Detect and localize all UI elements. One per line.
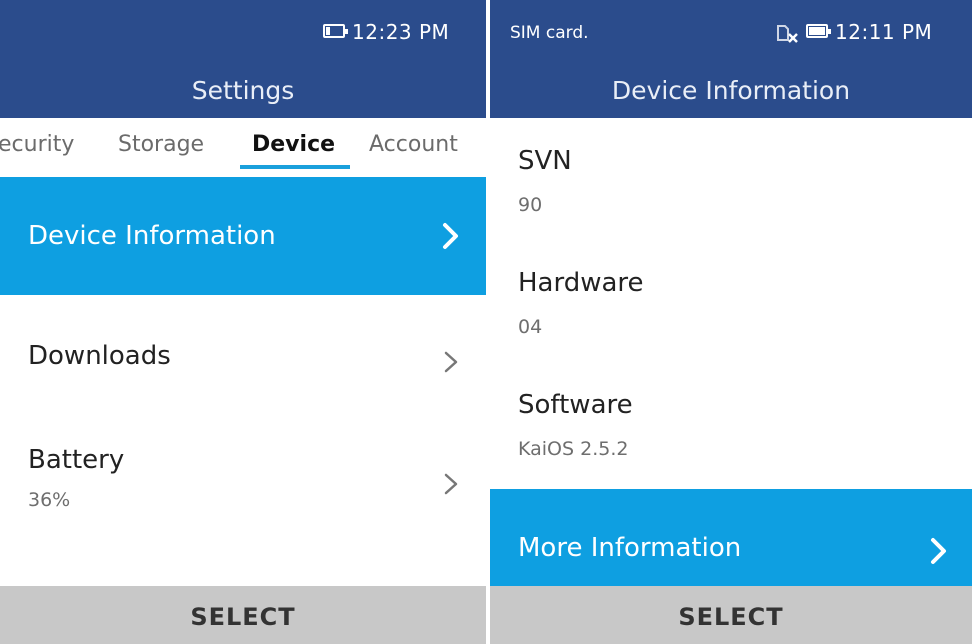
sim-status-text: SIM card. [510, 23, 589, 43]
status-bar: 12:23 PM [0, 0, 486, 64]
chevron-right-icon [444, 351, 458, 373]
list-item-device-information[interactable]: Device Information [0, 177, 486, 295]
tab-device[interactable]: Device [252, 132, 335, 157]
battery-icon [806, 24, 831, 38]
list-item-downloads[interactable]: Downloads [0, 295, 486, 415]
info-label-hardware: Hardware [518, 268, 644, 298]
info-value-hardware: 04 [518, 316, 543, 338]
list-item-battery[interactable]: Battery 36% [0, 415, 486, 545]
status-time: 12:23 PM [352, 20, 450, 44]
list-item-label: Battery [28, 445, 125, 475]
info-value-svn: 90 [518, 194, 543, 216]
softkey-select[interactable]: SELECT [490, 586, 972, 644]
page-title: Settings [191, 76, 295, 105]
battery-level: 36% [28, 489, 71, 511]
chevron-right-icon [444, 473, 458, 495]
info-label-software: Software [518, 390, 633, 420]
list-item-label: Device Information [28, 221, 276, 251]
status-bar: SIM card. 12:11 PM [490, 0, 972, 64]
tab-security[interactable]: ecurity [0, 132, 74, 157]
battery-icon [323, 24, 348, 38]
list-item-more-information[interactable]: More Information [490, 489, 972, 586]
active-tab-indicator [240, 165, 350, 169]
page-title: Device Information [611, 76, 851, 105]
no-sim-icon [777, 25, 798, 43]
chevron-right-icon [931, 538, 946, 564]
info-value-software: KaiOS 2.5.2 [518, 438, 629, 460]
info-label-svn: SVN [518, 146, 572, 176]
list-item-label: Downloads [28, 341, 171, 371]
tab-storage[interactable]: Storage [118, 132, 204, 157]
status-time: 12:11 PM [835, 20, 933, 44]
tab-bar: ecurity Storage Device Account [0, 118, 486, 176]
device-information-screen: SIM card. 12:11 PM Device Information SV… [490, 0, 972, 644]
settings-screen: 12:23 PM Settings ecurity Storage Device… [0, 0, 486, 644]
softkey-select[interactable]: SELECT [0, 586, 486, 644]
tab-account[interactable]: Account [369, 132, 458, 157]
chevron-right-icon [443, 223, 458, 249]
list-item-label: More Information [518, 533, 742, 563]
header: Device Information [490, 64, 972, 118]
header: Settings [0, 64, 486, 118]
